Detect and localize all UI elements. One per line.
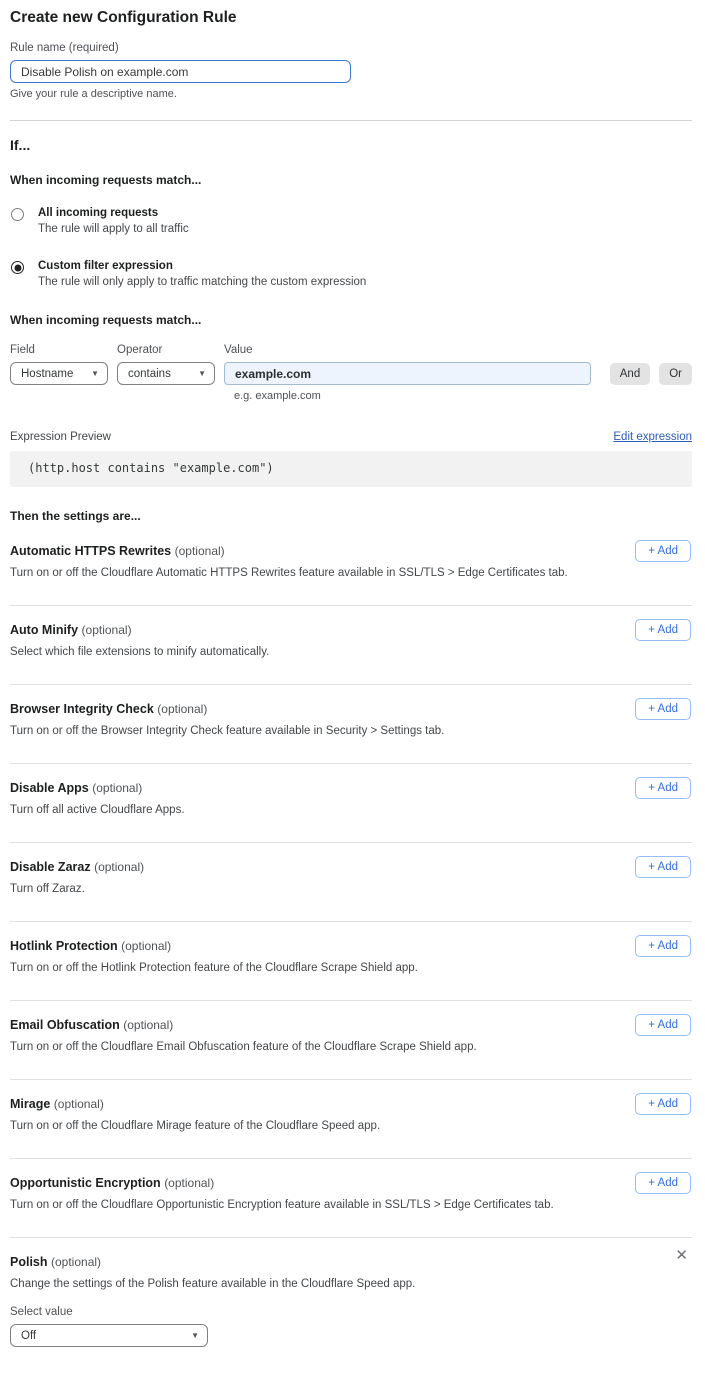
- optional-tag: (optional): [123, 1018, 173, 1032]
- radio-all-incoming-requests[interactable]: All incoming requests The rule will appl…: [10, 207, 692, 235]
- polish-select-label: Select value: [10, 1306, 692, 1318]
- value-input[interactable]: [224, 362, 591, 385]
- match-type-radio-group: All incoming requests The rule will appl…: [10, 207, 692, 288]
- field-select-value: Hostname: [21, 368, 73, 380]
- setting-name: Automatic HTTPS Rewrites: [10, 544, 171, 558]
- setting-description: Turn on or off the Cloudflare Automatic …: [10, 567, 600, 579]
- optional-tag: (optional): [164, 1176, 214, 1190]
- optional-tag: (optional): [92, 781, 142, 795]
- or-button[interactable]: Or: [659, 363, 692, 385]
- setting-description: Turn on or off the Cloudflare Email Obfu…: [10, 1041, 600, 1053]
- rule-name-helper: Give your rule a descriptive name.: [10, 88, 692, 100]
- radio-checked-icon[interactable]: [11, 261, 24, 274]
- chevron-down-icon: ▼: [91, 370, 99, 378]
- operator-label: Operator: [117, 344, 215, 356]
- setting-description: Turn on or off the Cloudflare Opportunis…: [10, 1199, 600, 1211]
- setting-name: Hotlink Protection: [10, 939, 118, 953]
- setting-description: Select which file extensions to minify a…: [10, 646, 600, 658]
- setting-hotlink-protection: Hotlink Protection (optional) Turn on or…: [10, 922, 692, 1001]
- setting-name: Polish: [10, 1255, 48, 1269]
- rule-name-input[interactable]: [10, 60, 351, 83]
- radio-label: Custom filter expression: [38, 260, 366, 272]
- add-button[interactable]: + Add: [635, 1172, 691, 1194]
- edit-expression-link[interactable]: Edit expression: [613, 431, 692, 443]
- add-button[interactable]: + Add: [635, 698, 691, 720]
- setting-description: Turn on or off the Hotlink Protection fe…: [10, 962, 600, 974]
- setting-name: Disable Zaraz: [10, 860, 91, 874]
- setting-description: Turn on or off the Browser Integrity Che…: [10, 725, 600, 737]
- add-button[interactable]: + Add: [635, 935, 691, 957]
- rule-name-label: Rule name (required): [10, 42, 692, 54]
- radio-custom-filter-expression[interactable]: Custom filter expression The rule will o…: [10, 260, 692, 288]
- and-button[interactable]: And: [610, 363, 650, 385]
- settings-list: Automatic HTTPS Rewrites (optional) Turn…: [10, 527, 692, 1373]
- operator-select[interactable]: contains ▼: [117, 362, 215, 385]
- section-divider: [10, 120, 692, 121]
- optional-tag: (optional): [175, 544, 225, 558]
- field-label: Field: [10, 344, 108, 356]
- setting-description: Turn off all active Cloudflare Apps.: [10, 804, 600, 816]
- setting-browser-integrity-check: Browser Integrity Check (optional) Turn …: [10, 685, 692, 764]
- setting-name: Opportunistic Encryption: [10, 1176, 161, 1190]
- polish-value-select[interactable]: Off ▼: [10, 1324, 208, 1347]
- setting-automatic-https-rewrites: Automatic HTTPS Rewrites (optional) Turn…: [10, 527, 692, 606]
- incoming-requests-match-label: When incoming requests match...: [10, 173, 692, 187]
- setting-disable-apps: Disable Apps (optional) Turn off all act…: [10, 764, 692, 843]
- expression-builder-row: Field Hostname ▼ Operator contains ▼ Val…: [10, 344, 692, 385]
- setting-description: Change the settings of the Polish featur…: [10, 1278, 600, 1290]
- radio-unchecked-icon[interactable]: [11, 208, 24, 221]
- add-button[interactable]: + Add: [635, 619, 691, 641]
- setting-name: Browser Integrity Check: [10, 702, 154, 716]
- setting-disable-zaraz: Disable Zaraz (optional) Turn off Zaraz.…: [10, 843, 692, 922]
- value-label: Value: [224, 344, 591, 356]
- setting-auto-minify: Auto Minify (optional) Select which file…: [10, 606, 692, 685]
- add-button[interactable]: + Add: [635, 1093, 691, 1115]
- field-select[interactable]: Hostname ▼: [10, 362, 108, 385]
- expression-builder-label: When incoming requests match...: [10, 313, 692, 327]
- operator-select-value: contains: [128, 368, 171, 380]
- add-button[interactable]: + Add: [635, 1014, 691, 1036]
- chevron-down-icon: ▼: [191, 1332, 199, 1340]
- close-icon[interactable]: ✕: [673, 1246, 690, 1265]
- optional-tag: (optional): [82, 623, 132, 637]
- setting-name: Auto Minify: [10, 623, 78, 637]
- radio-description: The rule will apply to all traffic: [38, 223, 189, 235]
- optional-tag: (optional): [54, 1097, 104, 1111]
- setting-name: Email Obfuscation: [10, 1018, 120, 1032]
- setting-opportunistic-encryption: Opportunistic Encryption (optional) Turn…: [10, 1159, 692, 1238]
- polish-select-value: Off: [21, 1330, 36, 1342]
- add-button[interactable]: + Add: [635, 856, 691, 878]
- setting-email-obfuscation: Email Obfuscation (optional) Turn on or …: [10, 1001, 692, 1080]
- chevron-down-icon: ▼: [198, 370, 206, 378]
- add-button[interactable]: + Add: [635, 777, 691, 799]
- setting-name: Mirage: [10, 1097, 50, 1111]
- add-button[interactable]: + Add: [635, 540, 691, 562]
- optional-tag: (optional): [94, 860, 144, 874]
- setting-mirage: Mirage (optional) Turn on or off the Clo…: [10, 1080, 692, 1159]
- page-title: Create new Configuration Rule: [10, 9, 692, 27]
- radio-label: All incoming requests: [38, 207, 189, 219]
- optional-tag: (optional): [121, 939, 171, 953]
- setting-description: Turn on or off the Cloudflare Mirage fea…: [10, 1120, 600, 1132]
- create-configuration-rule-page: Create new Configuration Rule Rule name …: [0, 0, 705, 1385]
- setting-polish: Polish (optional) Change the settings of…: [10, 1238, 692, 1373]
- expression-preview-code: (http.host contains "example.com"): [10, 451, 692, 487]
- then-settings-heading: Then the settings are...: [10, 509, 692, 523]
- setting-description: Turn off Zaraz.: [10, 883, 600, 895]
- optional-tag: (optional): [51, 1255, 101, 1269]
- optional-tag: (optional): [157, 702, 207, 716]
- setting-name: Disable Apps: [10, 781, 89, 795]
- expression-preview-label: Expression Preview: [10, 431, 111, 443]
- if-heading: If...: [10, 137, 692, 153]
- value-helper: e.g. example.com: [234, 390, 692, 402]
- radio-description: The rule will only apply to traffic matc…: [38, 276, 366, 288]
